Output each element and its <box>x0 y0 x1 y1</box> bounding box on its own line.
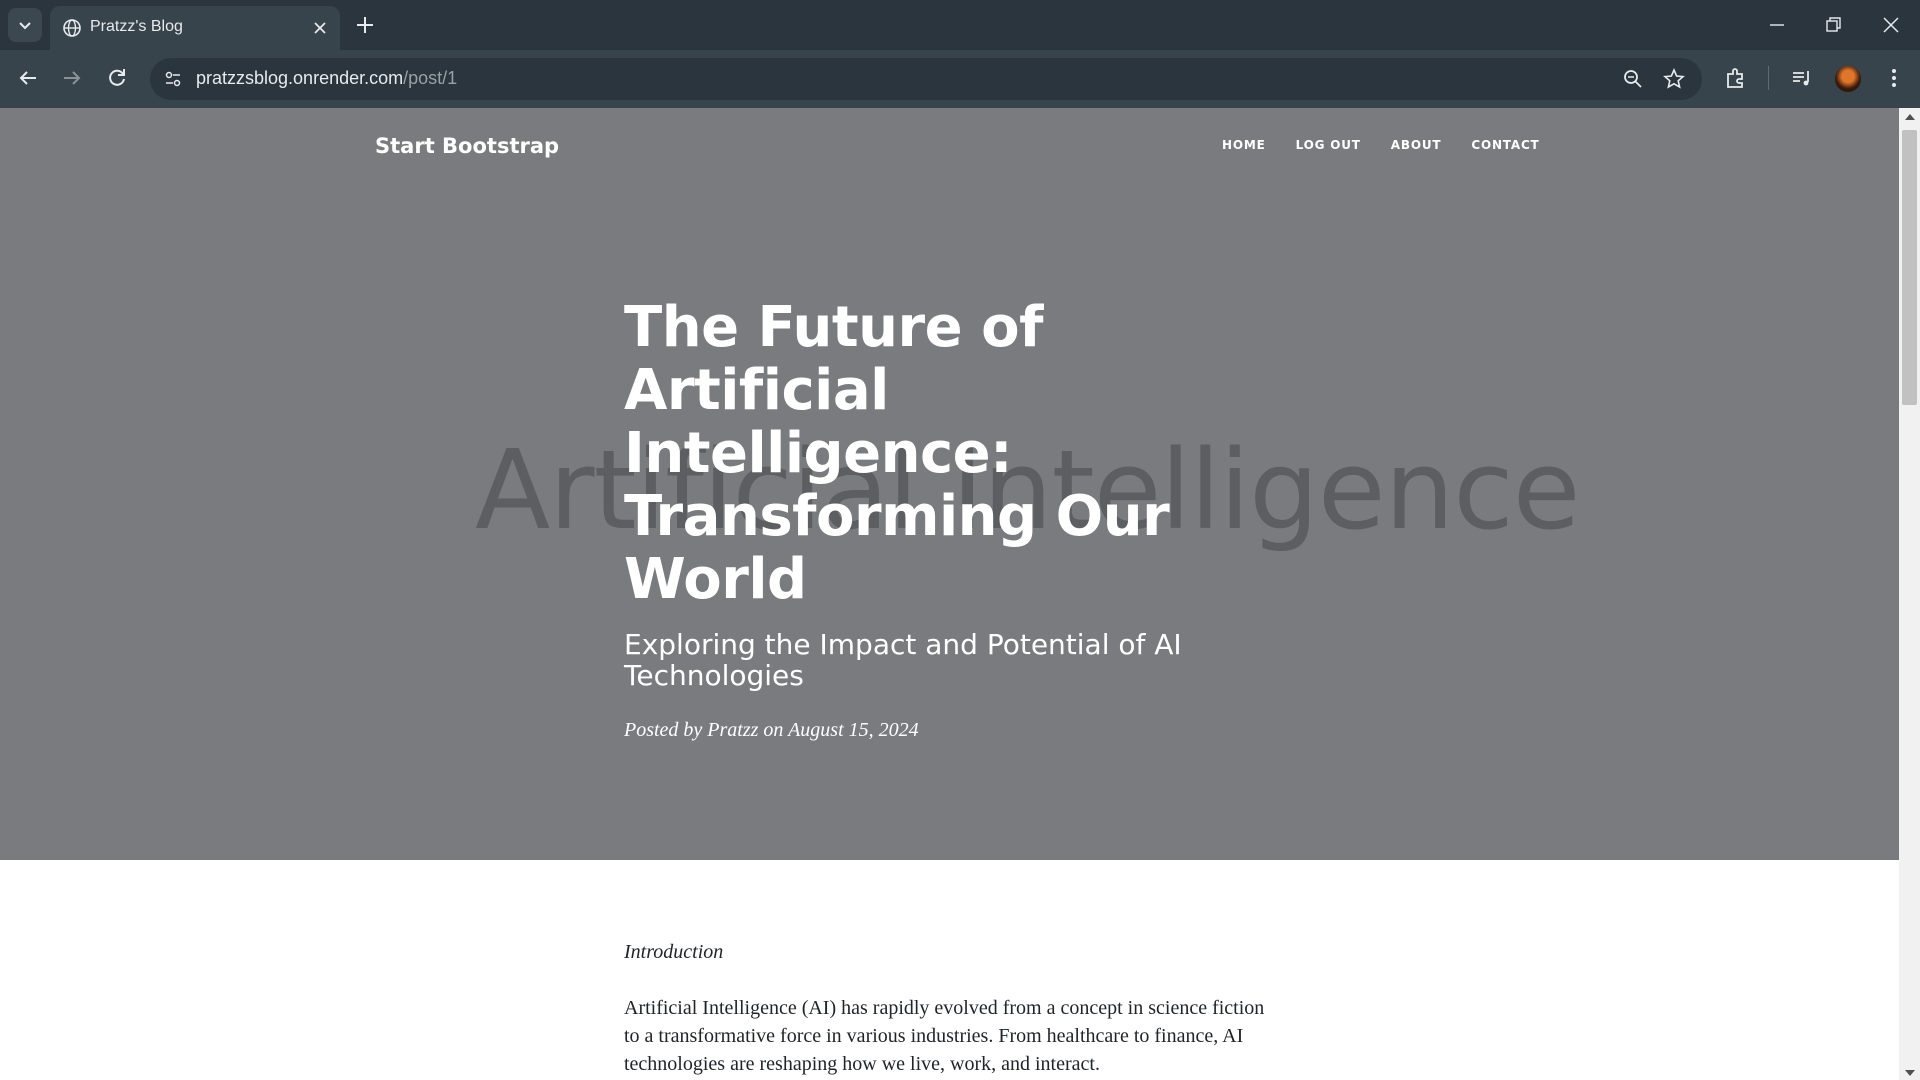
page-scrollbar[interactable] <box>1899 108 1920 1080</box>
close-icon[interactable] <box>310 18 330 38</box>
site-info-icon[interactable] <box>162 68 184 90</box>
forward-arrow-icon[interactable] <box>60 66 84 90</box>
post-subtitle: Exploring the Impact and Potential of AI… <box>624 628 1182 692</box>
navbar-brand[interactable]: Start Bootstrap <box>375 134 559 158</box>
globe-icon <box>63 19 81 37</box>
zoom-icon[interactable] <box>1622 68 1644 90</box>
browser-toolbar: pratzzsblog.onrender.com/post/1 <box>0 50 1920 108</box>
navbar-links: HOME LOG OUT ABOUT CONTACT <box>1222 138 1570 152</box>
extensions-icon[interactable] <box>1724 66 1748 90</box>
tab-title: Pratzz's Blog <box>90 18 183 35</box>
url-text: pratzzsblog.onrender.com/post/1 <box>196 68 457 89</box>
toolbar-separator <box>1768 66 1769 90</box>
url-host: pratzzsblog.onrender.com <box>196 68 404 88</box>
nav-link-logout[interactable]: LOG OUT <box>1296 138 1361 152</box>
post-title: The Future of Artificial Intelligence: T… <box>624 295 1170 612</box>
reload-icon[interactable] <box>105 66 129 90</box>
media-controls-icon[interactable] <box>1790 66 1814 90</box>
scroll-up-arrow-icon[interactable] <box>1905 114 1915 120</box>
post-heading: The Future of Artificial Intelligence: T… <box>624 296 1284 742</box>
nav-link-home[interactable]: HOME <box>1222 138 1266 152</box>
section-heading-introduction: Introduction <box>624 941 724 963</box>
paragraph: Artificial Intelligence (AI) has rapidly… <box>624 997 1265 1075</box>
scroll-thumb[interactable] <box>1902 130 1917 405</box>
kebab-menu-icon[interactable] <box>1882 66 1906 90</box>
window-close-icon[interactable] <box>1880 14 1902 36</box>
browser-tab[interactable]: Pratzz's Blog <box>50 6 340 50</box>
tab-search-button[interactable] <box>8 8 42 42</box>
page-viewport: Artificial Intelligence Start Bootstrap … <box>0 108 1899 1080</box>
post-meta: Posted by Pratzz on August 15, 2024 <box>624 719 919 741</box>
nav-link-contact[interactable]: CONTACT <box>1471 138 1539 152</box>
url-path: /post/1 <box>403 68 458 88</box>
address-bar[interactable]: pratzzsblog.onrender.com/post/1 <box>150 58 1702 100</box>
browser-tabstrip: Pratzz's Blog <box>0 0 1920 50</box>
post-header: Artificial Intelligence Start Bootstrap … <box>0 108 1899 860</box>
minimize-icon[interactable] <box>1766 14 1788 36</box>
bookmark-star-icon[interactable] <box>1663 68 1685 90</box>
post-content: Introduction Artificial Intelligence (AI… <box>624 938 1274 1080</box>
scroll-down-arrow-icon[interactable] <box>1905 1070 1915 1076</box>
chevron-down-icon <box>19 22 31 30</box>
back-arrow-icon[interactable] <box>16 66 40 90</box>
new-tab-plus-icon[interactable] <box>354 14 376 36</box>
nav-link-about[interactable]: ABOUT <box>1391 138 1442 152</box>
profile-avatar[interactable] <box>1835 66 1861 92</box>
restore-icon[interactable] <box>1822 14 1844 36</box>
